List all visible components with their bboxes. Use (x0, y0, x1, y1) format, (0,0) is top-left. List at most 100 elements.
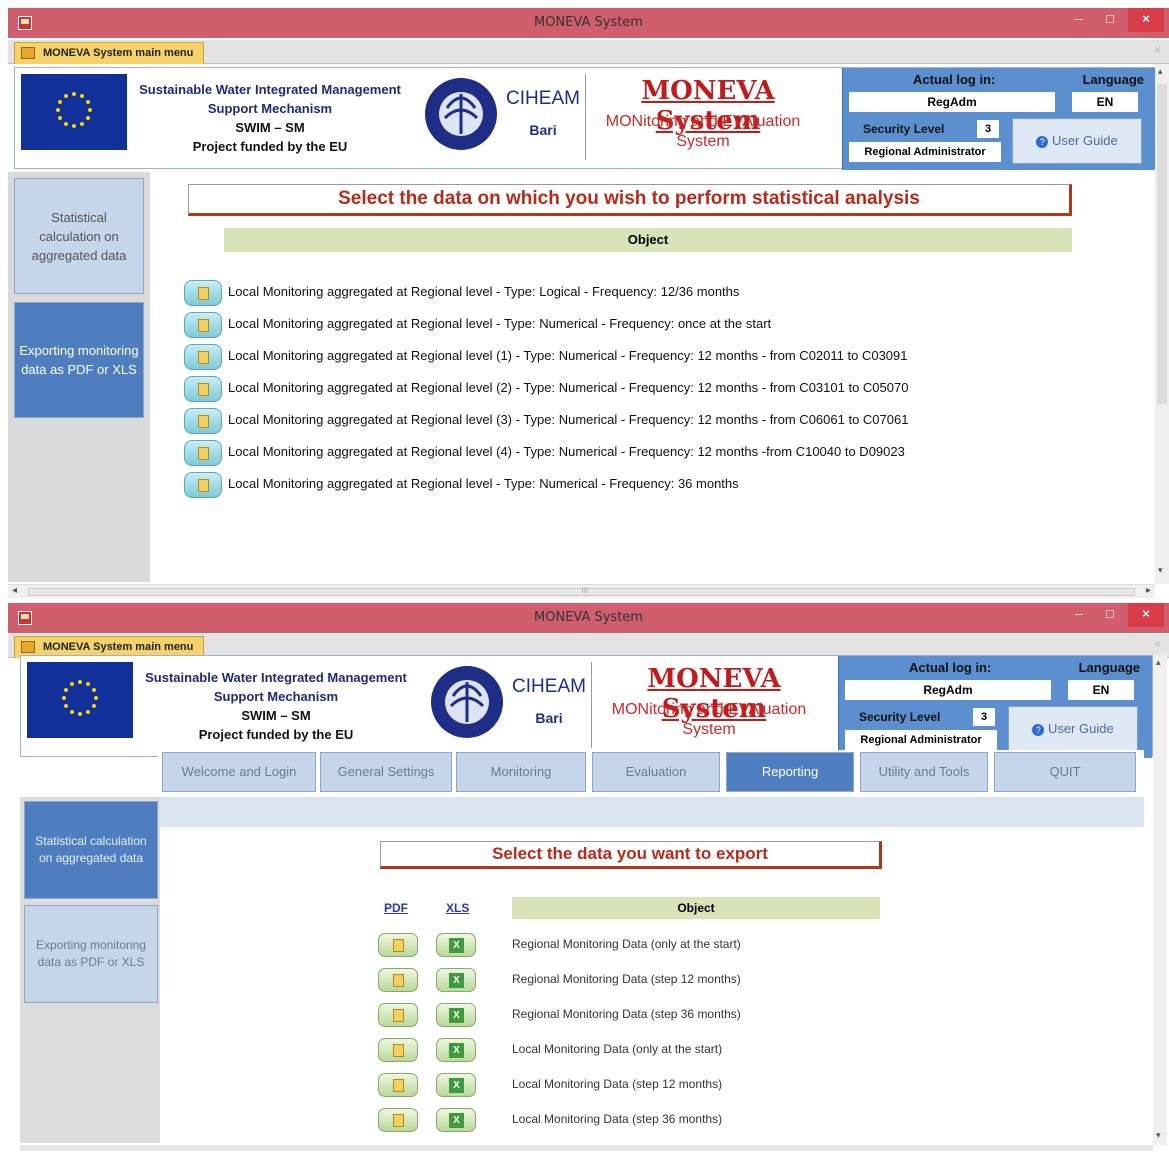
export-pdf-button[interactable] (378, 968, 418, 992)
pdf-document-icon (393, 1079, 404, 1092)
pdf-document-icon (393, 1009, 404, 1022)
nav-utility-tools[interactable]: Utility and Tools (860, 752, 988, 792)
user-guide-button[interactable]: ? User Guide (1008, 706, 1138, 752)
minimize-button[interactable]: – (1064, 603, 1094, 627)
statistical-calculation-button[interactable]: Statistical calculation on aggregated da… (14, 178, 144, 294)
language-field[interactable]: EN (1072, 92, 1138, 112)
list-item: X Regional Monitoring Data (step 12 mont… (378, 968, 878, 992)
moneva-subtitle-line-1: MONitoring and EVAluation (611, 701, 807, 718)
excel-icon: X (449, 1078, 464, 1093)
export-xls-button[interactable]: X (436, 1038, 476, 1062)
security-level-field: 3 (973, 708, 995, 726)
export-xls-button[interactable]: X (436, 933, 476, 957)
language-field[interactable]: EN (1068, 680, 1134, 700)
swim-line-4: Project funded by the EU (198, 727, 354, 742)
ciheam-label: CIHEAM (506, 88, 580, 109)
close-tab-icon[interactable]: × (1154, 43, 1161, 57)
minimize-button[interactable]: – (1064, 8, 1094, 32)
main-menu-tab[interactable]: MONEVA System main menu (14, 42, 205, 64)
maximize-button[interactable]: □ (1095, 603, 1125, 627)
list-item: Local Monitoring aggregated at Regional … (184, 376, 1084, 402)
scroll-thumb[interactable] (1157, 84, 1167, 404)
swim-project-text: Sustainable Water Integrated Management … (130, 80, 410, 156)
sidebar: Statistical calculation on aggregated da… (8, 172, 150, 582)
vertical-scrollbar[interactable]: ▴ ▾ (1155, 64, 1169, 584)
ciheam-emblem-logo (431, 666, 503, 738)
list-item-label: Local Monitoring aggregated at Regional … (228, 348, 908, 363)
language-label: Language (1082, 72, 1144, 87)
export-pdf-button[interactable] (378, 1038, 418, 1062)
bari-label: Bari (535, 710, 563, 726)
nav-reporting[interactable]: Reporting (726, 752, 854, 792)
document-icon (198, 287, 209, 300)
open-item-button[interactable] (184, 376, 222, 402)
close-button[interactable]: × (1128, 8, 1164, 32)
main-content: Select the data on which you wish to per… (150, 172, 1154, 582)
nav-welcome-login[interactable]: Welcome and Login (162, 752, 316, 792)
object-column-header: Object (512, 897, 880, 919)
export-pdf-button[interactable] (378, 1108, 418, 1132)
swim-project-text: Sustainable Water Integrated Management … (136, 668, 416, 744)
scroll-up-icon[interactable]: ▴ (1158, 66, 1163, 77)
open-item-button[interactable] (184, 440, 222, 466)
open-item-button[interactable] (184, 312, 222, 338)
login-panel: Actual log in: Language RegAdm EN Securi… (842, 68, 1156, 170)
moneva-subtitle-line-2: System (676, 133, 730, 150)
export-xls-button[interactable]: X (436, 1073, 476, 1097)
header-divider (585, 74, 586, 160)
nav-general-settings[interactable]: General Settings (320, 752, 452, 792)
horizontal-scrollbar[interactable]: ◂ III ▸ (8, 584, 1155, 598)
export-xls-button[interactable]: X (436, 968, 476, 992)
nav-monitoring[interactable]: Monitoring (456, 752, 586, 792)
export-pdf-button[interactable] (378, 1073, 418, 1097)
scroll-up-icon[interactable]: ▴ (1156, 657, 1161, 668)
list-item: Local Monitoring aggregated at Regional … (184, 312, 1084, 338)
vertical-scrollbar[interactable]: ▴ ▾ (1153, 655, 1167, 1145)
eu-stars-icon (56, 92, 92, 128)
main-nav: Welcome and Login General Settings Monit… (158, 750, 1144, 796)
help-icon: ? (1032, 723, 1045, 736)
bottom-border (20, 1145, 1153, 1151)
list-item-label: Regional Monitoring Data (step 12 months… (512, 972, 741, 986)
page-title: Select the data you want to export (380, 841, 882, 869)
main-content: Select the data you want to export PDF X… (160, 797, 1144, 1143)
list-item: Local Monitoring aggregated at Regional … (184, 344, 1084, 370)
form-icon (21, 47, 35, 59)
export-data-button[interactable]: Exporting monitoring data as PDF or XLS (24, 905, 158, 1003)
statistical-calculation-button[interactable]: Statistical calculation on aggregated da… (24, 801, 158, 899)
export-xls-button[interactable]: X (436, 1003, 476, 1027)
scroll-left-icon[interactable]: ◂ (12, 585, 17, 596)
nav-quit[interactable]: QUIT (994, 752, 1136, 792)
scroll-down-icon[interactable]: ▾ (1156, 1130, 1161, 1141)
list-item-label: Local Monitoring aggregated at Regional … (228, 476, 739, 491)
close-button[interactable]: × (1128, 603, 1164, 627)
export-data-button[interactable]: Exporting monitoring data as PDF or XLS (14, 302, 144, 418)
close-tab-icon[interactable]: × (1154, 637, 1161, 651)
scroll-down-icon[interactable]: ▾ (1158, 565, 1163, 576)
list-item-label: Regional Monitoring Data (step 36 months… (512, 1007, 741, 1021)
language-label: Language (1078, 660, 1140, 675)
sidebar: Statistical calculation on aggregated da… (20, 797, 160, 1143)
open-item-button[interactable] (184, 472, 222, 498)
user-guide-label: User Guide (1047, 721, 1114, 736)
security-level-field: 3 (977, 120, 999, 138)
user-guide-button[interactable]: ? User Guide (1012, 118, 1142, 164)
swim-line-1: Sustainable Water Integrated Management (139, 82, 401, 97)
window-title: MONEVA System (534, 15, 643, 30)
document-icon (198, 479, 209, 492)
open-item-button[interactable] (184, 408, 222, 434)
maximize-button[interactable]: □ (1095, 8, 1125, 32)
list-item: Local Monitoring aggregated at Regional … (184, 408, 1084, 434)
moneva-subtitle: MONitoring and EVAluation System (593, 112, 813, 152)
nav-evaluation[interactable]: Evaluation (592, 752, 720, 792)
export-pdf-button[interactable] (378, 1003, 418, 1027)
open-item-button[interactable] (184, 280, 222, 306)
swim-line-2: Support Mechanism (213, 689, 339, 704)
export-pdf-button[interactable] (378, 933, 418, 957)
scroll-right-icon[interactable]: ▸ (1146, 585, 1151, 596)
pdf-document-icon (393, 939, 404, 952)
bari-label: Bari (529, 122, 557, 138)
export-xls-button[interactable]: X (436, 1108, 476, 1132)
list-item-label: Local Monitoring Data (step 36 months) (512, 1112, 723, 1126)
open-item-button[interactable] (184, 344, 222, 370)
